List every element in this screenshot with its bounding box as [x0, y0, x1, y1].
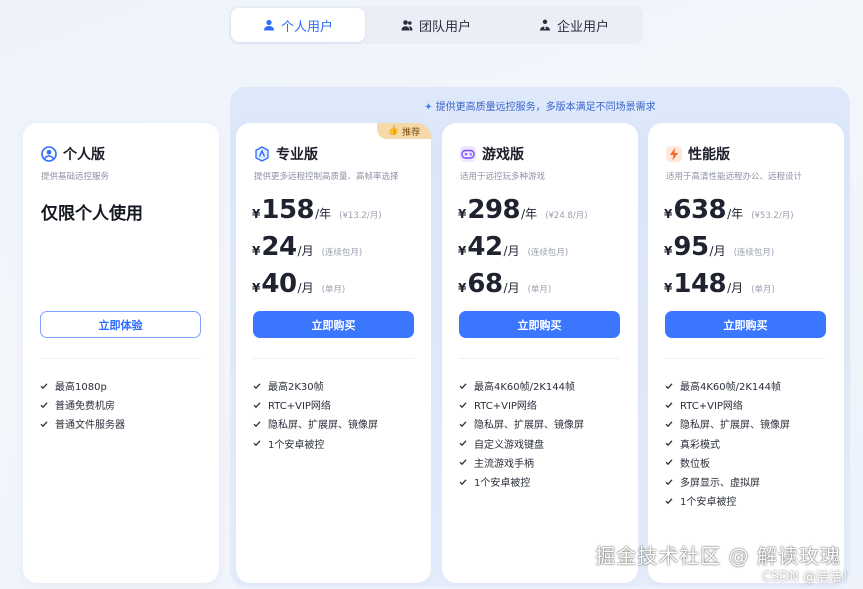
plan-name: 个人版	[63, 147, 105, 163]
check-icon	[665, 421, 673, 428]
check-icon	[40, 421, 48, 428]
feature-item: 1个安卓被控	[253, 434, 378, 453]
gamepad-icon	[460, 146, 476, 162]
feature-item: 自定义游戏键盘	[459, 434, 584, 453]
tab-label: 个人用户	[280, 19, 333, 35]
try-now-button[interactable]: 立即体验	[40, 311, 201, 338]
feature-list: 最高4K60帧/2K144帧 RTC+VIP网络 隐私屏、扩展屏、镜像屏 真彩模…	[665, 376, 790, 510]
plan-desc: 提供更多远程控制高质量、高帧率选择	[254, 172, 399, 182]
buy-now-button[interactable]: 立即购买	[253, 311, 414, 338]
plan-card-personal: 个人版 提供基础远控服务 仅限个人使用 立即体验 最高1080p 普通免费机房 …	[23, 123, 219, 583]
recommended-badge: 👍 推荐	[377, 123, 431, 139]
price-yearly: ¥638/年 (¥53.2/月)	[664, 195, 794, 225]
plan-desc: 适用于远控玩多种游戏	[460, 172, 546, 182]
lightning-icon	[666, 146, 682, 162]
price-yearly: ¥158/年 (¥13.2/月)	[252, 195, 382, 225]
plan-header: 个人版	[41, 144, 105, 164]
enterprise-icon	[539, 19, 550, 31]
person-circle-icon	[41, 146, 57, 162]
plan-header: 专业版	[254, 144, 318, 164]
pro-shield-icon	[254, 146, 270, 162]
feature-item: 1个安卓被控	[665, 491, 790, 510]
price-yearly: ¥298/年 (¥24.8/月)	[458, 195, 588, 225]
plan-name: 性能版	[688, 147, 730, 163]
check-icon	[40, 402, 48, 408]
tab-enterprise[interactable]: 企业用户	[507, 8, 641, 42]
feature-item: RTC+VIP网络	[253, 395, 378, 414]
price-monthly-continuous: ¥95/月 (连续包月)	[664, 232, 775, 262]
thumbs-up-icon: 👍	[387, 126, 400, 136]
check-icon	[459, 382, 467, 389]
tab-team[interactable]: 团队用户	[369, 8, 503, 42]
feature-list: 最高1080p 普通免费机房 普通文件服务器	[40, 376, 125, 434]
feature-item: 最高2K30帧	[253, 376, 378, 395]
feature-item: 普通免费机房	[40, 395, 125, 414]
check-icon	[459, 478, 467, 485]
plan-header: 游戏版	[460, 144, 524, 164]
user-type-tabs: 个人用户 团队用户 企业用户	[229, 6, 643, 44]
check-icon	[665, 402, 673, 408]
watermark-juejin: 掘金技术社区 @ 解读玫瑰	[595, 544, 841, 568]
feature-item: 最高1080p	[40, 376, 125, 395]
watermark-csdn: CSDN @洁洁！	[761, 570, 855, 585]
check-icon	[665, 440, 673, 447]
promo-banner: ✦ 提供更高质量远控服务，多版本满足不同场景需求	[230, 98, 850, 113]
check-icon	[459, 459, 467, 466]
sparkle-icon: ✦	[424, 102, 433, 113]
feature-item: 隐私屏、扩展屏、镜像屏	[459, 414, 584, 433]
buy-now-button[interactable]: 立即购买	[459, 311, 620, 338]
feature-item: 最高4K60帧/2K144帧	[459, 376, 584, 395]
check-icon	[665, 459, 673, 466]
check-icon	[665, 498, 673, 504]
feature-list: 最高2K30帧 RTC+VIP网络 隐私屏、扩展屏、镜像屏 1个安卓被控	[253, 376, 378, 453]
plan-name: 专业版	[276, 147, 318, 163]
user-icon	[263, 19, 274, 31]
feature-item: 真彩模式	[665, 434, 790, 453]
plan-card-pro: 👍 推荐 专业版 提供更多远程控制高质量、高帧率选择 ¥158/年 (¥13.2/月…	[236, 123, 431, 583]
plan-headline: 仅限个人使用	[41, 204, 143, 224]
price-monthly-single: ¥68/月 (单月)	[458, 269, 552, 299]
check-icon	[40, 382, 48, 389]
plan-name: 游戏版	[482, 147, 524, 163]
plan-card-game: 游戏版 适用于远控玩多种游戏 ¥298/年 (¥24.8/月) ¥42/月 (连续包…	[442, 123, 638, 583]
feature-item: 主流游戏手柄	[459, 453, 584, 472]
price-monthly-continuous: ¥42/月 (连续包月)	[458, 232, 569, 262]
price-monthly-single: ¥40/月 (单月)	[252, 269, 346, 299]
team-icon	[401, 20, 413, 31]
price-monthly-continuous: ¥24/月 (连续包月)	[252, 232, 363, 262]
divider	[253, 358, 414, 359]
plan-header: 性能版	[666, 144, 730, 164]
tab-personal[interactable]: 个人用户	[231, 8, 365, 42]
feature-list: 最高4K60帧/2K144帧 RTC+VIP网络 隐私屏、扩展屏、镜像屏 自定义…	[459, 376, 584, 491]
check-icon	[459, 421, 467, 428]
plan-desc: 提供基础远控服务	[41, 172, 110, 182]
divider	[40, 358, 201, 359]
check-icon	[253, 440, 261, 447]
tab-label: 团队用户	[418, 19, 471, 35]
divider	[665, 358, 826, 359]
feature-item: 数位板	[665, 453, 790, 472]
check-icon	[253, 382, 261, 389]
buy-now-button[interactable]: 立即购买	[665, 311, 826, 338]
feature-item: 最高4K60帧/2K144帧	[665, 376, 790, 395]
feature-item: 多屏显示、虚拟屏	[665, 472, 790, 491]
feature-item: RTC+VIP网络	[459, 395, 584, 414]
check-icon	[665, 382, 673, 389]
tab-label: 企业用户	[556, 19, 609, 35]
divider	[459, 358, 620, 359]
check-icon	[665, 478, 673, 485]
check-icon	[459, 402, 467, 408]
feature-item: RTC+VIP网络	[665, 395, 790, 414]
feature-item: 隐私屏、扩展屏、镜像屏	[253, 414, 378, 433]
feature-item: 普通文件服务器	[40, 414, 125, 433]
plan-card-performance: 性能版 适用于高清性能远程办公、远程设计 ¥638/年 (¥53.2/月) ¥95…	[648, 123, 844, 583]
check-icon	[253, 421, 261, 428]
promo-text: 提供更高质量远控服务，多版本满足不同场景需求	[435, 102, 656, 113]
check-icon	[459, 440, 467, 447]
check-icon	[253, 402, 261, 408]
feature-item: 1个安卓被控	[459, 472, 584, 491]
plan-desc: 适用于高清性能远程办公、远程设计	[666, 172, 803, 182]
feature-item: 隐私屏、扩展屏、镜像屏	[665, 414, 790, 433]
price-monthly-single: ¥148/月 (单月)	[664, 269, 775, 299]
